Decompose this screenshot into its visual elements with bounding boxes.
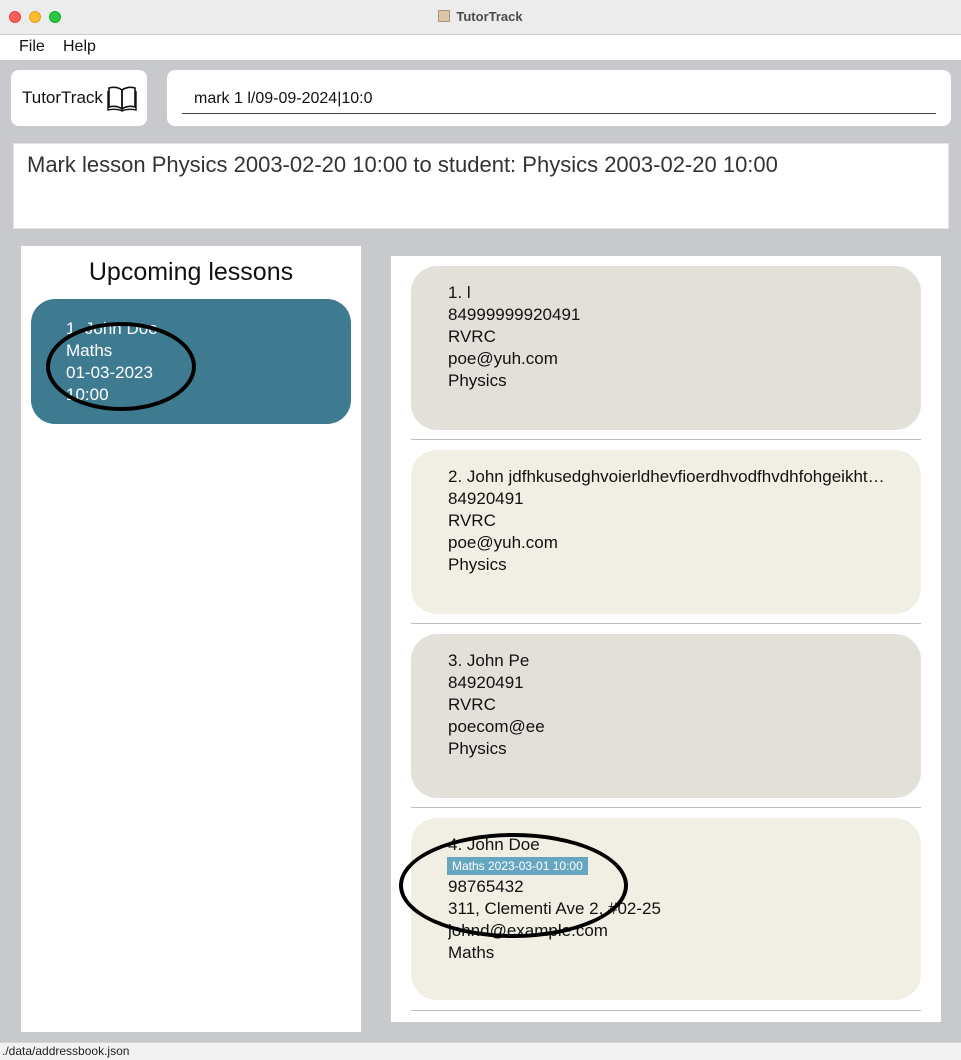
student-subject: Physics	[448, 555, 507, 574]
brand-name: TutorTrack	[22, 88, 103, 107]
lesson-subject: Maths	[66, 341, 113, 360]
window-titlebar: TutorTrack	[0, 0, 961, 35]
result-message: Mark lesson Physics 2003-02-20 10:00 to …	[27, 152, 778, 177]
command-box	[167, 70, 951, 126]
app-icon	[438, 10, 451, 22]
result-display: Mark lesson Physics 2003-02-20 10:00 to …	[13, 143, 949, 229]
brand-box: TutorTrack	[11, 70, 147, 126]
status-bar: ./data/addressbook.json	[0, 1042, 961, 1060]
student-card[interactable]: 2. John jdfhkusedghvoierldhevfioerdhvodf…	[411, 450, 921, 614]
list-divider	[411, 807, 921, 808]
student-card[interactable]: 1. l 84999999920491 RVRC poe@yuh.com Phy…	[411, 266, 921, 430]
student-subject: Physics	[448, 739, 507, 758]
student-name: 3. John Pe	[448, 651, 530, 670]
open-book-icon	[107, 86, 137, 112]
student-email: poe@yuh.com	[448, 349, 558, 368]
student-email: johnd@example.com	[448, 921, 608, 940]
menu-help[interactable]: Help	[63, 38, 96, 56]
student-phone: 84920491	[448, 673, 524, 692]
student-address: RVRC	[448, 695, 496, 714]
window-title: TutorTrack	[456, 9, 523, 24]
upcoming-lessons-title: Upcoming lessons	[88, 258, 294, 286]
lesson-date: 01-03-2023	[66, 363, 153, 382]
upcoming-lessons-panel: Upcoming lessons 1. John Doe Maths 01-03…	[21, 246, 361, 1032]
student-email: poecom@ee	[448, 717, 545, 736]
student-card[interactable]: 3. John Pe 84920491 RVRC poecom@ee Physi…	[411, 634, 921, 798]
student-name: 2. John jdfhkusedghvoierldhevfioerdhvodf…	[448, 467, 888, 486]
status-file-path: ./data/addressbook.json	[2, 1044, 130, 1058]
student-address: RVRC	[448, 511, 496, 530]
list-divider	[411, 439, 921, 440]
student-phone: 84999999920491	[448, 305, 581, 324]
student-list-panel: 1. l 84999999920491 RVRC poe@yuh.com Phy…	[391, 256, 941, 1022]
lesson-student-name: 1. John Doe	[66, 319, 158, 338]
lesson-time: 10:00	[66, 385, 109, 404]
menu-file[interactable]: File	[19, 38, 45, 56]
command-input[interactable]	[182, 84, 936, 114]
student-card[interactable]: 4. John Doe Maths 2023-03-01 10:00 98765…	[411, 818, 921, 1000]
lesson-tag: Maths 2023-03-01 10:00	[447, 857, 588, 875]
student-name: 1. l	[448, 283, 471, 302]
student-subject: Maths	[448, 943, 495, 962]
menu-bar: File Help	[0, 35, 961, 60]
student-email: poe@yuh.com	[448, 533, 558, 552]
list-divider	[411, 1010, 921, 1011]
student-phone: 84920491	[448, 489, 524, 508]
student-subject: Physics	[448, 371, 507, 390]
student-address: 311, Clementi Ave 2, #02-25	[448, 899, 661, 918]
window-title-group: TutorTrack	[0, 9, 961, 24]
list-divider	[411, 623, 921, 624]
student-address: RVRC	[448, 327, 496, 346]
student-name: 4. John Doe	[448, 835, 540, 854]
lesson-card[interactable]: 1. John Doe Maths 01-03-2023 10:00	[31, 299, 351, 424]
student-phone: 98765432	[448, 877, 524, 896]
